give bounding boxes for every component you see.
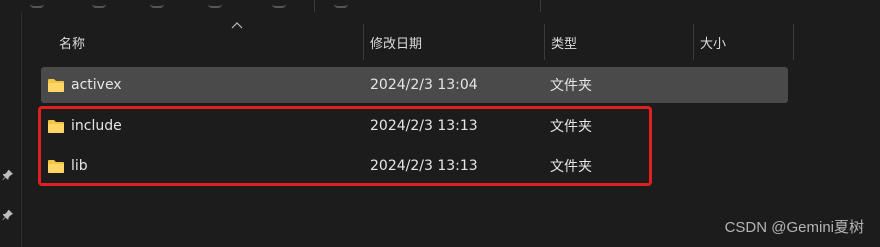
file-date: 2024/2/3 13:13 bbox=[370, 118, 478, 134]
file-row[interactable]: include 2024/2/3 13:13 文件夹 bbox=[41, 108, 788, 144]
file-type: 文件夹 bbox=[550, 78, 592, 94]
watermark: CSDN @Gemini夏树 bbox=[724, 219, 864, 236]
column-date-label: 修改日期 bbox=[370, 36, 423, 52]
toolbar bbox=[0, 0, 880, 12]
toolbar-separator bbox=[314, 0, 315, 12]
file-row[interactable]: activex 2024/2/3 13:04 文件夹 bbox=[41, 67, 788, 103]
column-type-label: 类型 bbox=[551, 36, 578, 52]
navigation-pane bbox=[0, 12, 22, 247]
toolbar-icon[interactable] bbox=[92, 0, 106, 8]
toolbar-icon[interactable] bbox=[30, 0, 44, 8]
pin-icon[interactable] bbox=[1, 168, 15, 182]
toolbar-icon[interactable] bbox=[272, 0, 286, 8]
folder-icon bbox=[48, 160, 64, 173]
folder-icon bbox=[48, 120, 64, 133]
file-explorer-window: 名称 修改日期 类型 大小 activex 2024/2/3 13:04 文件夹 bbox=[0, 0, 880, 247]
file-name: include bbox=[71, 118, 122, 134]
pin-icon[interactable] bbox=[1, 208, 15, 222]
column-header: 名称 修改日期 类型 大小 bbox=[21, 22, 880, 60]
file-name-cell: activex bbox=[41, 77, 122, 93]
column-name-label: 名称 bbox=[59, 36, 86, 52]
column-header-size[interactable]: 大小 bbox=[692, 24, 794, 60]
file-type: 文件夹 bbox=[550, 119, 592, 135]
file-date: 2024/2/3 13:04 bbox=[370, 77, 478, 93]
file-type: 文件夹 bbox=[550, 159, 592, 175]
column-header-type[interactable]: 类型 bbox=[543, 24, 694, 60]
column-size-label: 大小 bbox=[700, 36, 727, 52]
file-name-cell: lib bbox=[41, 158, 88, 174]
sort-up-icon bbox=[231, 22, 243, 29]
folder-icon bbox=[48, 79, 64, 92]
file-date: 2024/2/3 13:13 bbox=[370, 158, 478, 174]
column-header-name[interactable]: 名称 bbox=[51, 22, 364, 60]
file-name: lib bbox=[71, 158, 88, 174]
toolbar-separator bbox=[540, 0, 541, 12]
toolbar-icon[interactable] bbox=[334, 0, 348, 8]
file-row[interactable]: lib 2024/2/3 13:13 文件夹 bbox=[41, 148, 788, 184]
file-name: activex bbox=[71, 77, 122, 93]
toolbar-icon[interactable] bbox=[208, 0, 222, 8]
column-header-date[interactable]: 修改日期 bbox=[362, 24, 545, 60]
toolbar-icon[interactable] bbox=[150, 0, 164, 8]
file-name-cell: include bbox=[41, 118, 122, 134]
